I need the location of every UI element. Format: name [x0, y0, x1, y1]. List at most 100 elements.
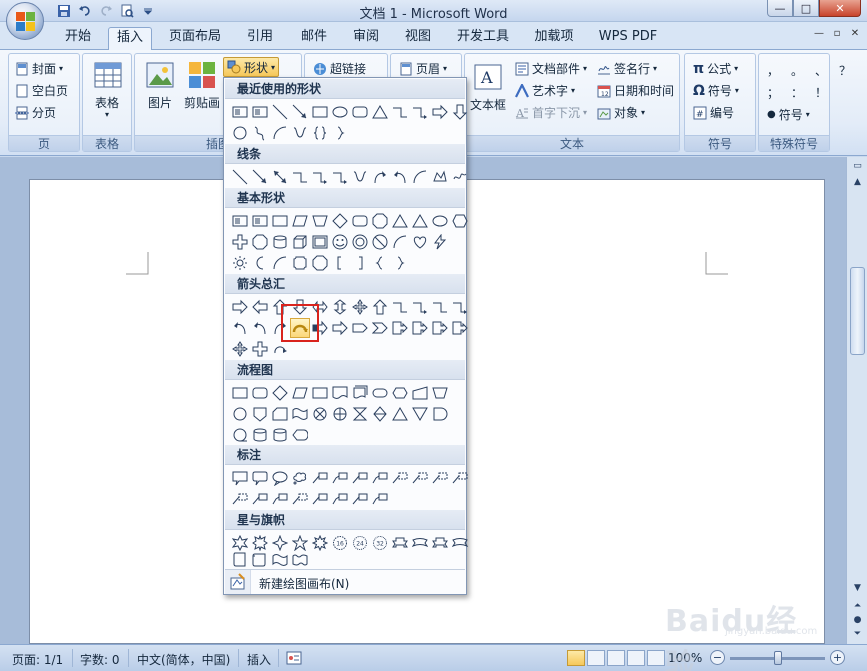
shape-collate-icon[interactable] — [350, 404, 370, 424]
textbox-icon[interactable]: A — [473, 62, 503, 92]
shape-curvy-v-icon[interactable] — [290, 123, 310, 143]
shape-sum-j-icon[interactable] — [310, 404, 330, 424]
quick-parts-button[interactable]: 文档部件 ▾ — [515, 60, 587, 77]
outline-view-icon[interactable] — [627, 650, 645, 666]
shape-terminator-icon[interactable] — [370, 383, 390, 403]
maximize-button[interactable]: □ — [793, 0, 819, 17]
shape-wave-flag-icon[interactable] — [270, 550, 290, 570]
shape-mag-disk-icon[interactable] — [270, 425, 290, 445]
shape-v-scroll-icon[interactable] — [230, 550, 250, 570]
shape-ribbon-up-icon[interactable] — [390, 533, 410, 553]
shape-d-arrow-icon[interactable] — [290, 297, 310, 317]
shape-rect-text-icon[interactable] — [250, 211, 270, 231]
shape-elbow-a-icon[interactable] — [450, 297, 470, 317]
shape-display-icon[interactable] — [290, 425, 310, 445]
tab-view[interactable]: 视图 — [396, 27, 440, 49]
special-symbol-button[interactable]: ● 符号 ▾ — [767, 106, 810, 123]
macro-record-icon[interactable] — [286, 650, 302, 666]
shape-l-bracket-icon[interactable] — [330, 253, 350, 273]
shape-teardrop-icon[interactable] — [230, 123, 250, 143]
shape-curve-r-icon[interactable] — [270, 318, 290, 338]
shape-brace-icon[interactable] — [310, 123, 330, 143]
shape-trap-icon[interactable] — [310, 211, 330, 231]
draft-view-icon[interactable] — [647, 650, 665, 666]
shape-rect-icon[interactable] — [310, 383, 330, 403]
shape-circle-icon[interactable] — [230, 404, 250, 424]
shape-moon-icon[interactable] — [250, 253, 270, 273]
scroll-down-icon[interactable]: ▼ — [850, 581, 865, 595]
shape-extract-icon[interactable] — [390, 404, 410, 424]
office-button[interactable] — [6, 2, 44, 40]
shape-elbow-icon[interactable] — [390, 102, 410, 122]
shape-line-callout2-icon[interactable] — [270, 489, 290, 509]
datetime-button[interactable]: 12 日期和时间 — [597, 82, 674, 99]
shape-curve-u-icon[interactable] — [290, 318, 310, 338]
shape-oval-icon[interactable] — [330, 102, 350, 122]
shape-rect-icon[interactable] — [270, 211, 290, 231]
shape-tri-icon[interactable] — [390, 211, 410, 231]
dropcap-button[interactable]: A 首字下沉 ▾ — [515, 104, 587, 121]
shape-arc-icon[interactable] — [270, 123, 290, 143]
numbering-button[interactable]: # 编号 — [693, 104, 734, 121]
shape-dash-callout-icon[interactable] — [430, 468, 450, 488]
shape-curve-l-icon[interactable] — [250, 318, 270, 338]
textbox-button-label[interactable]: 文本框 — [465, 96, 511, 113]
equation-button[interactable]: π 公式 ▾ — [693, 60, 738, 77]
shape-circ-arrow-icon[interactable] — [270, 339, 290, 359]
shape-chevron-icon[interactable] — [370, 318, 390, 338]
shape-r-bracket-icon[interactable] — [350, 253, 370, 273]
shape-cube-icon[interactable] — [290, 232, 310, 252]
shape-line-callout2-icon[interactable] — [370, 489, 390, 509]
shape-star8-icon[interactable] — [310, 533, 330, 553]
shape-para-icon[interactable] — [290, 211, 310, 231]
shape-freeform-icon[interactable] — [430, 167, 450, 187]
shape-tri-icon[interactable] — [410, 211, 430, 231]
shape-arrow-line-icon[interactable] — [290, 102, 310, 122]
shape-line-callout-icon[interactable] — [310, 468, 330, 488]
shape-sun-icon[interactable] — [230, 253, 250, 273]
shape-cloud-callout-icon[interactable] — [290, 468, 310, 488]
clipart-icon[interactable] — [187, 60, 217, 90]
shape-squiggle-icon[interactable] — [250, 123, 270, 143]
shape-elbow-a-icon[interactable] — [410, 297, 430, 317]
shape-u-arrow-icon[interactable] — [370, 297, 390, 317]
shape-delay-icon[interactable] — [430, 404, 450, 424]
shape-rect-icon[interactable] — [230, 383, 250, 403]
shape-oct-icon[interactable] — [250, 232, 270, 252]
symbol-button[interactable]: Ω 符号 ▾ — [693, 82, 739, 99]
shape-oct-icon[interactable] — [310, 253, 330, 273]
shape-multidoc-icon[interactable] — [350, 383, 370, 403]
shape-oval-icon[interactable] — [430, 211, 450, 231]
shape-call-arrow-icon[interactable] — [430, 318, 450, 338]
shape-striped-icon[interactable] — [310, 318, 330, 338]
ruler-toggle-icon[interactable]: ▭ — [850, 159, 865, 173]
shape-rrect-icon[interactable] — [250, 383, 270, 403]
object-button[interactable]: 对象 ▾ — [597, 104, 645, 121]
shape-bevel-icon[interactable] — [310, 232, 330, 252]
tab-insert[interactable]: 插入 — [108, 27, 152, 50]
shape-curvy-v-icon[interactable] — [350, 167, 370, 187]
shape-u-arrow-icon[interactable] — [270, 297, 290, 317]
picture-icon[interactable] — [145, 60, 175, 90]
shape-or-j-icon[interactable] — [330, 404, 350, 424]
scroll-up-icon[interactable]: ▲ — [850, 175, 865, 189]
shape-arc-icon[interactable] — [270, 253, 290, 273]
new-drawing-canvas-button[interactable]: 新建绘图画布(N) — [225, 569, 465, 594]
insert-mode[interactable]: 插入 — [247, 651, 271, 668]
shape-l-arrow-icon[interactable] — [250, 297, 270, 317]
shape-oval-callout-icon[interactable] — [270, 468, 290, 488]
shape-ud-arrow-icon[interactable] — [330, 297, 350, 317]
shape-r-arrow-icon[interactable] — [430, 102, 450, 122]
word-count[interactable]: 字数: 0 — [80, 651, 120, 668]
shape-scroll-icon[interactable] — [250, 550, 270, 570]
ribbon-minimize-icon[interactable]: — — [811, 28, 827, 42]
shape-dash-callout-icon[interactable] — [450, 468, 470, 488]
shape-rr-callout-icon[interactable] — [250, 468, 270, 488]
shape-star24-icon[interactable]: 24 — [350, 533, 370, 553]
shape-heart-icon[interactable] — [410, 232, 430, 252]
shape-arrow-line-icon[interactable] — [250, 167, 270, 187]
ribbon-restore-icon[interactable]: ▫ — [829, 28, 845, 42]
zoom-in-button[interactable]: + — [830, 650, 845, 665]
tab-mailings[interactable]: 邮件 — [292, 27, 336, 49]
shape-elbow-icon[interactable] — [390, 297, 410, 317]
